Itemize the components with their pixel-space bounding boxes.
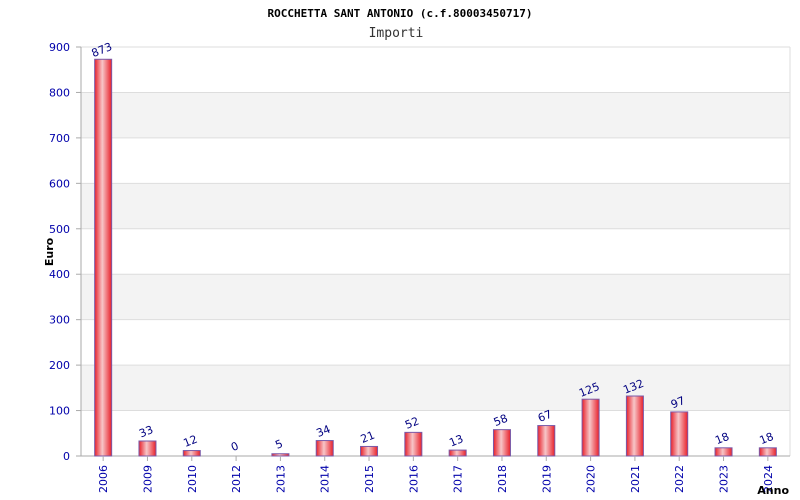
x-tick-label-2022: 2022 bbox=[673, 465, 686, 493]
y-tick-label: 700 bbox=[49, 132, 70, 145]
bar-2013 bbox=[271, 453, 290, 457]
bar-2024 bbox=[758, 447, 777, 457]
grid-band bbox=[81, 274, 790, 320]
x-tick-label-2012: 2012 bbox=[230, 465, 243, 493]
bar-chart: ROCCHETTA SANT ANTONIO (c.f.80003450717)… bbox=[43, 7, 791, 497]
x-tick-label-2010: 2010 bbox=[186, 465, 199, 493]
bar-2022 bbox=[670, 411, 689, 457]
y-axis-label: Euro bbox=[43, 237, 56, 266]
x-tick-label-2018: 2018 bbox=[496, 465, 509, 493]
bar-2018 bbox=[492, 429, 511, 457]
y-tick-label: 100 bbox=[49, 405, 70, 418]
y-tick-label: 900 bbox=[49, 41, 70, 54]
bar-2015 bbox=[360, 445, 379, 457]
bar-2006 bbox=[94, 58, 113, 457]
grid-band bbox=[81, 92, 790, 138]
data-label-2009: 33 bbox=[137, 423, 155, 440]
x-tick-label-2015: 2015 bbox=[363, 465, 376, 493]
bar-2020 bbox=[581, 398, 600, 457]
grid-bands bbox=[81, 92, 790, 411]
x-tick-label-2023: 2023 bbox=[718, 465, 731, 493]
data-label-2015: 21 bbox=[359, 429, 377, 446]
data-label-2017: 13 bbox=[447, 432, 465, 449]
data-label-2024: 18 bbox=[758, 430, 776, 447]
x-tick-label-2014: 2014 bbox=[319, 465, 332, 493]
data-label-2014: 34 bbox=[314, 423, 332, 440]
bar-2017 bbox=[448, 449, 467, 457]
data-label-2012: 0 bbox=[229, 439, 240, 454]
chart-subtitle: Importi bbox=[369, 26, 424, 41]
y-tick-label: 500 bbox=[49, 223, 70, 236]
x-tick-label-2021: 2021 bbox=[629, 465, 642, 493]
data-label-2013: 5 bbox=[273, 437, 284, 452]
bar-2019 bbox=[537, 425, 556, 457]
x-tick-label-2006: 2006 bbox=[97, 465, 110, 493]
chart-title: ROCCHETTA SANT ANTONIO (c.f.80003450717) bbox=[268, 7, 533, 20]
data-label-2018: 58 bbox=[492, 412, 510, 429]
bar-2016 bbox=[404, 431, 423, 457]
data-label-2010: 12 bbox=[182, 433, 200, 450]
y-tick-label: 0 bbox=[63, 450, 70, 463]
x-tick-label-2020: 2020 bbox=[585, 465, 598, 493]
y-tick-label: 600 bbox=[49, 177, 70, 190]
x-tick-label-2017: 2017 bbox=[452, 465, 465, 493]
bar-2014 bbox=[315, 440, 334, 457]
y-tick-label: 300 bbox=[49, 314, 70, 327]
bar-2010 bbox=[182, 450, 201, 457]
x-tick-label-2016: 2016 bbox=[407, 465, 420, 493]
x-tick-label-2009: 2009 bbox=[141, 465, 154, 493]
data-label-2023: 18 bbox=[713, 430, 731, 447]
x-axis-ticks: 2006 2009 2010 2012 2013 2014 2015 2016 2017 2018… bbox=[97, 456, 775, 493]
data-label-2006: 873 bbox=[90, 40, 114, 60]
x-tick-label-2013: 2013 bbox=[274, 465, 287, 493]
x-tick-label-2019: 2019 bbox=[540, 465, 553, 493]
grid-band bbox=[81, 183, 790, 229]
bar-2009 bbox=[138, 440, 157, 457]
data-label-2016: 52 bbox=[403, 414, 421, 431]
x-axis-label: Anno bbox=[757, 484, 789, 497]
y-tick-label: 400 bbox=[49, 268, 70, 281]
bar-2021 bbox=[625, 395, 644, 457]
bar-2023 bbox=[714, 447, 733, 457]
y-tick-label: 800 bbox=[49, 86, 70, 99]
y-tick-label: 200 bbox=[49, 359, 70, 372]
